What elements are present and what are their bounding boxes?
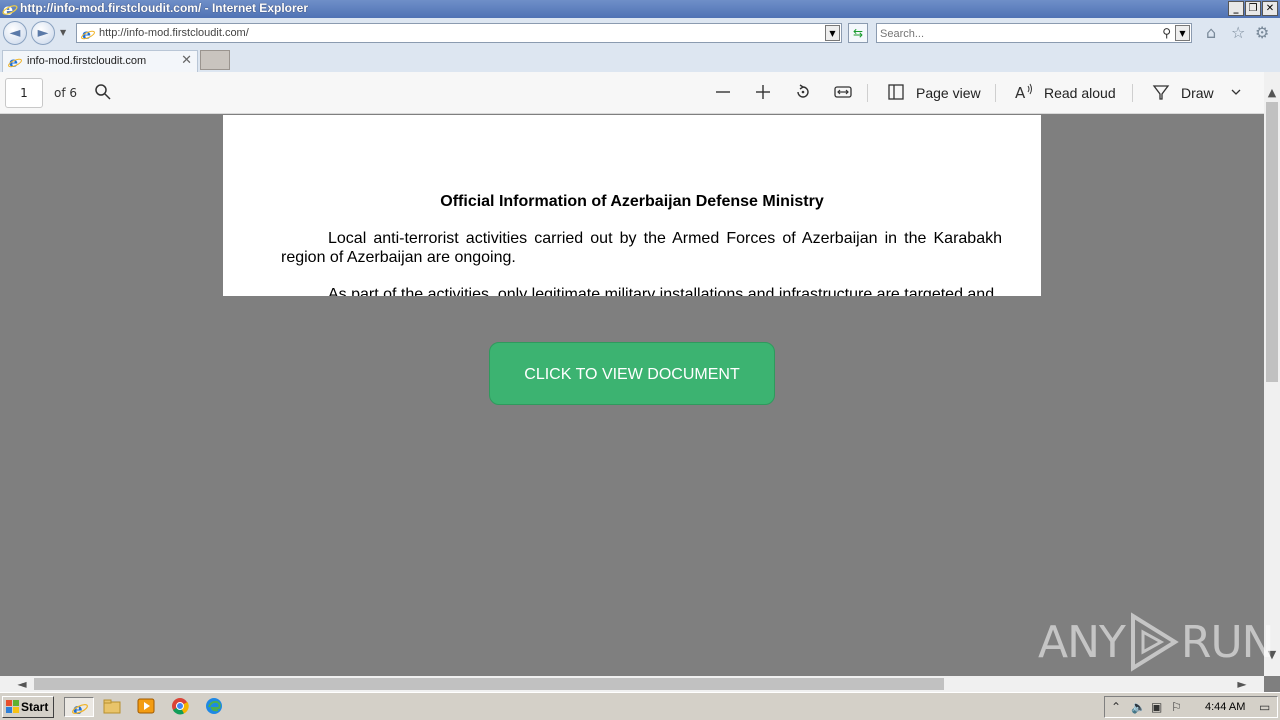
page-ie-icon: e	[81, 27, 95, 42]
action-center-flag-icon[interactable]: ⚐	[1171, 700, 1182, 714]
recent-pages-dropdown-icon[interactable]: ▼	[60, 28, 66, 37]
search-icon[interactable]: ⚲	[1162, 26, 1171, 40]
document-paragraph: Local anti-terrorist activities carried …	[281, 230, 1002, 266]
vertical-scrollbar[interactable]: ▲ ▼	[1264, 72, 1280, 676]
anyrun-watermark: ANY RUN	[1038, 612, 1275, 672]
toolbar-divider	[1132, 84, 1133, 102]
start-button[interactable]: Start	[2, 696, 54, 718]
show-hidden-icons-icon[interactable]: ⌃	[1111, 700, 1121, 714]
document-title: Official Information of Azerbaijan Defen…	[440, 193, 824, 210]
address-dropdown-icon[interactable]: ▼	[825, 25, 840, 41]
forward-arrow-icon[interactable]: ►	[31, 21, 55, 45]
back-arrow-icon[interactable]: ◄	[3, 21, 27, 45]
home-icon[interactable]: ⌂	[1206, 25, 1216, 41]
clock: 4:44 AM	[1205, 701, 1246, 713]
scroll-up-icon[interactable]: ▲	[1264, 86, 1280, 99]
read-aloud-button[interactable]: Read aloud	[1044, 85, 1116, 101]
svg-text:A: A	[1015, 84, 1026, 100]
toolbar-divider	[995, 84, 996, 102]
network-icon[interactable]: ▣	[1151, 700, 1162, 714]
read-aloud-icon[interactable]: A	[1015, 82, 1035, 100]
pdf-toolbar: 1 of 6 Page view A Read aloud Draw	[0, 72, 1264, 114]
close-tab-icon[interactable]: ✕	[181, 53, 192, 68]
chevron-down-icon[interactable]	[1230, 86, 1242, 98]
rotate-icon[interactable]	[794, 83, 812, 101]
page-view-icon[interactable]	[887, 83, 905, 101]
new-tab-button[interactable]	[200, 50, 230, 70]
tab-bar: e info-mod.firstcloudit.com ✕	[0, 48, 1280, 72]
tab-info-mod[interactable]: e info-mod.firstcloudit.com ✕	[2, 50, 198, 72]
scroll-left-icon[interactable]: ◄	[14, 676, 30, 692]
start-label: Start	[21, 700, 49, 714]
fit-to-width-icon[interactable]	[834, 83, 852, 101]
volume-icon[interactable]: 🔈	[1131, 700, 1146, 714]
zoom-in-icon[interactable]	[754, 83, 772, 101]
find-search-icon[interactable]	[94, 83, 112, 101]
page-number-input[interactable]: 1	[5, 78, 43, 108]
system-tray: ⌃ 🔈 ▣ ⚐ 4:44 AM ▭	[1104, 696, 1278, 718]
page-view-button[interactable]: Page view	[916, 85, 981, 101]
draw-pen-icon[interactable]	[1152, 83, 1170, 101]
address-bar[interactable]: e http://info-mod.firstcloudit.com/ ▼	[76, 23, 842, 43]
address-url[interactable]: http://info-mod.firstcloudit.com/	[99, 27, 249, 39]
tab-label: info-mod.firstcloudit.com	[27, 55, 147, 67]
zoom-out-icon[interactable]	[714, 83, 732, 101]
window-title: http://info-mod.firstcloudit.com/ - Inte…	[20, 1, 308, 15]
draw-button[interactable]: Draw	[1181, 85, 1214, 101]
internet-explorer-icon: e	[2, 1, 18, 17]
watermark-text-left: ANY	[1038, 616, 1126, 668]
file-explorer-icon[interactable]	[102, 697, 124, 717]
favorites-star-icon[interactable]: ☆	[1231, 25, 1245, 41]
watermark-text-right: RUN	[1180, 616, 1275, 668]
search-dropdown-icon[interactable]: ▼	[1175, 25, 1190, 41]
show-desktop-icon[interactable]: ▭	[1259, 700, 1270, 714]
minimize-button[interactable]: _	[1228, 1, 1244, 16]
taskbar: Start e ⌃ 🔈 ▣ ⚐ 4:44 AM ▭	[0, 692, 1280, 720]
edge-icon[interactable]	[204, 697, 226, 717]
view-document-button[interactable]: CLICK TO VIEW DOCUMENT	[489, 342, 775, 405]
window-title-bar: e http://info-mod.firstcloudit.com/ - In…	[0, 0, 1280, 18]
document-page: Official Information of Azerbaijan Defen…	[223, 115, 1041, 296]
windows-flag-icon	[6, 700, 19, 713]
horizontal-scrollbar[interactable]: ◄ ►	[0, 676, 1264, 692]
scroll-right-icon[interactable]: ►	[1234, 676, 1250, 692]
search-input[interactable]	[880, 26, 1150, 41]
play-logo-icon	[1130, 612, 1179, 672]
media-player-icon[interactable]	[136, 697, 158, 717]
navigation-bar: ◄ ► ▼ e http://info-mod.firstcloudit.com…	[0, 18, 1280, 48]
page-count: of 6	[54, 86, 78, 100]
settings-gear-icon[interactable]: ⚙	[1255, 25, 1269, 41]
refresh-icon[interactable]: ⇆	[848, 23, 868, 43]
close-window-button[interactable]: ✕	[1262, 1, 1278, 16]
horizontal-scroll-thumb[interactable]	[34, 678, 944, 690]
vertical-scroll-thumb[interactable]	[1266, 102, 1278, 382]
document-paragraph: As part of the activities, only legitima…	[328, 286, 995, 296]
search-box[interactable]: ⚲ ▼	[876, 23, 1192, 43]
internet-explorer-icon[interactable]: e	[64, 697, 94, 717]
restore-button[interactable]: ❐	[1245, 1, 1261, 16]
chrome-icon[interactable]	[170, 697, 192, 717]
tab-ie-icon: e	[8, 55, 22, 70]
toolbar-divider	[867, 84, 868, 102]
